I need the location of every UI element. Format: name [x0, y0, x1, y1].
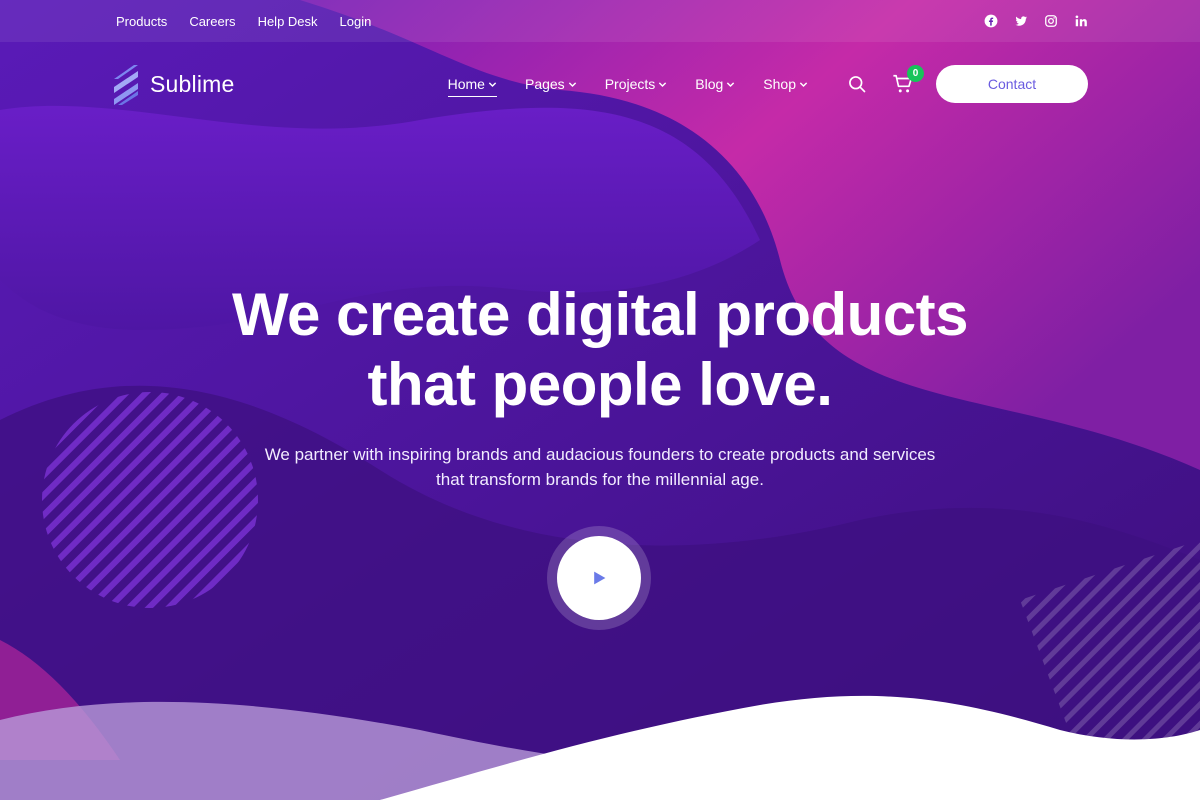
hero-subtitle-line-1: We partner with inspiring brands and aud…	[264, 445, 936, 464]
chevron-down-icon	[568, 81, 576, 87]
hero-section: We create digital products that people l…	[0, 280, 1200, 492]
top-link-careers[interactable]: Careers	[189, 14, 235, 29]
nav-item-shop[interactable]: Shop	[763, 76, 808, 92]
nav-item-pages[interactable]: Pages	[525, 76, 577, 92]
chevron-down-icon	[799, 81, 808, 87]
nav-menu: Home Pages Projects Blog Shop	[447, 76, 808, 97]
hero-subtitle-line-2: that transform brands for the millennial…	[436, 470, 764, 489]
chevron-down-icon	[488, 81, 497, 87]
instagram-icon[interactable]	[1044, 14, 1058, 28]
chevron-down-icon	[727, 81, 735, 87]
hero-title: We create digital products that people l…	[0, 280, 1200, 420]
search-icon[interactable]	[846, 73, 868, 95]
linkedin-icon[interactable]	[1074, 14, 1088, 28]
play-video-button[interactable]	[547, 526, 651, 630]
nav-item-label: Shop	[763, 76, 796, 92]
play-button-circle	[557, 536, 641, 620]
cart-button[interactable]: 0	[892, 65, 924, 95]
cart-count-badge: 0	[907, 65, 924, 82]
brand-name: Sublime	[150, 70, 235, 97]
nav-item-label: Projects	[604, 76, 656, 92]
twitter-icon[interactable]	[1014, 14, 1028, 28]
top-bar: Products Careers Help Desk Login	[0, 0, 1200, 42]
contact-button[interactable]: Contact	[936, 65, 1088, 103]
top-link-login[interactable]: Login	[340, 14, 372, 29]
social-links	[984, 14, 1088, 28]
nav-item-home[interactable]: Home	[447, 76, 498, 97]
facebook-icon[interactable]	[984, 14, 998, 28]
hero-subtitle: We partner with inspiring brands and aud…	[0, 442, 1200, 492]
play-icon	[594, 571, 606, 585]
nav-item-blog[interactable]: Blog	[695, 76, 735, 92]
nav-item-label: Home	[447, 76, 485, 92]
brand[interactable]: Sublime	[112, 63, 235, 105]
chevron-down-icon	[659, 81, 667, 87]
nav-tools: 0	[846, 65, 924, 95]
top-links: Products Careers Help Desk Login	[116, 14, 371, 29]
nav-item-projects[interactable]: Projects	[605, 76, 668, 92]
stripes-logo-icon	[114, 65, 138, 105]
hero-title-line-1: We create digital products	[231, 281, 969, 348]
top-link-products[interactable]: Products	[116, 14, 167, 29]
hero-title-line-2: that people love.	[367, 351, 833, 418]
nav-item-label: Pages	[524, 76, 565, 92]
top-link-help-desk[interactable]: Help Desk	[258, 14, 318, 29]
nav-item-label: Blog	[695, 76, 724, 92]
main-navbar: Sublime Home Pages Projects Blog Shop 0 …	[0, 42, 1200, 126]
